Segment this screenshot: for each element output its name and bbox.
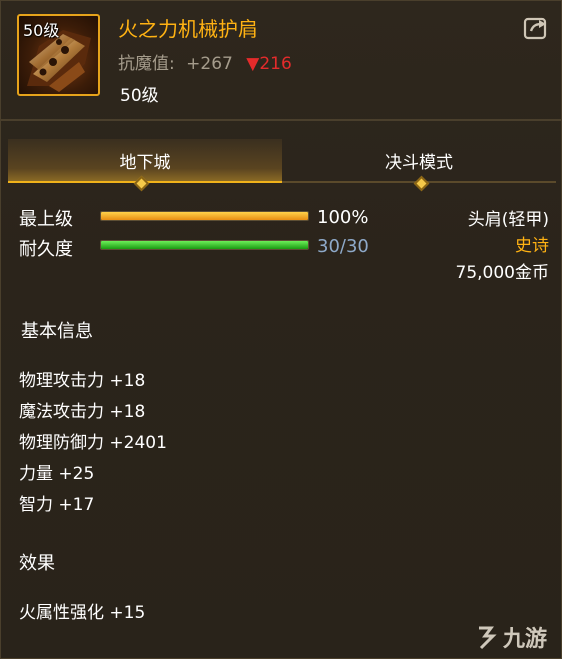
brand-text: 九游 xyxy=(503,627,548,652)
max-level-bar xyxy=(100,211,309,221)
shoulder-armor-icon[interactable]: 50级 xyxy=(17,14,100,96)
item-tooltip-panel: 50级 火之力机械护肩 抗魔值: +267 ▼216 50级 地下城 决斗模式 … xyxy=(0,0,562,659)
item-header: 50级 火之力机械护肩 抗魔值: +267 ▼216 50级 xyxy=(1,1,561,119)
tab-dungeon-label: 地下城 xyxy=(119,152,171,173)
attr-line: 物理防御力 +2401 xyxy=(19,433,167,453)
attr-line: 物理攻击力 +18 xyxy=(19,371,146,391)
effects-title: 效果 xyxy=(19,553,55,574)
attr-line: 魔法攻击力 +18 xyxy=(19,402,146,422)
max-level-label: 最上级 xyxy=(19,209,73,230)
rarity-label: 史诗 xyxy=(515,236,549,256)
durability-value: 30/30 xyxy=(317,236,369,257)
effect-line: 火属性强化 +15 xyxy=(19,603,146,623)
attr-line: 智力 +17 xyxy=(19,495,95,515)
max-level-value: 100% xyxy=(317,207,369,228)
resist-diff: ▼216 xyxy=(246,54,292,74)
item-name: 火之力机械护肩 xyxy=(118,17,258,41)
durability-label: 耐久度 xyxy=(19,239,73,260)
item-price: 75,000金币 xyxy=(455,263,549,283)
max-level-bar-fill xyxy=(101,212,308,220)
share-icon[interactable] xyxy=(523,15,549,41)
tab-dungeon[interactable]: 地下城 xyxy=(8,139,282,183)
resist-row: 抗魔值: +267 ▼216 xyxy=(118,49,292,74)
durability-bar xyxy=(100,240,309,250)
level-requirement: 50级 xyxy=(120,86,159,106)
basic-info-title: 基本信息 xyxy=(21,321,93,342)
durability-bar-fill xyxy=(101,241,308,249)
equipment-slot: 头肩(轻甲) xyxy=(467,210,549,230)
brand-logo-icon xyxy=(479,626,497,650)
header-divider xyxy=(1,119,561,121)
tab-duel-mode-label: 决斗模式 xyxy=(385,152,453,173)
mode-tabs: 地下城 决斗模式 xyxy=(8,139,556,192)
brand-watermark: 九游 xyxy=(473,621,547,653)
icon-level-badge: 50级 xyxy=(23,21,60,40)
resist-label: 抗魔值: xyxy=(118,54,175,74)
resist-value: +267 xyxy=(186,54,233,74)
attr-line: 力量 +25 xyxy=(19,464,95,484)
